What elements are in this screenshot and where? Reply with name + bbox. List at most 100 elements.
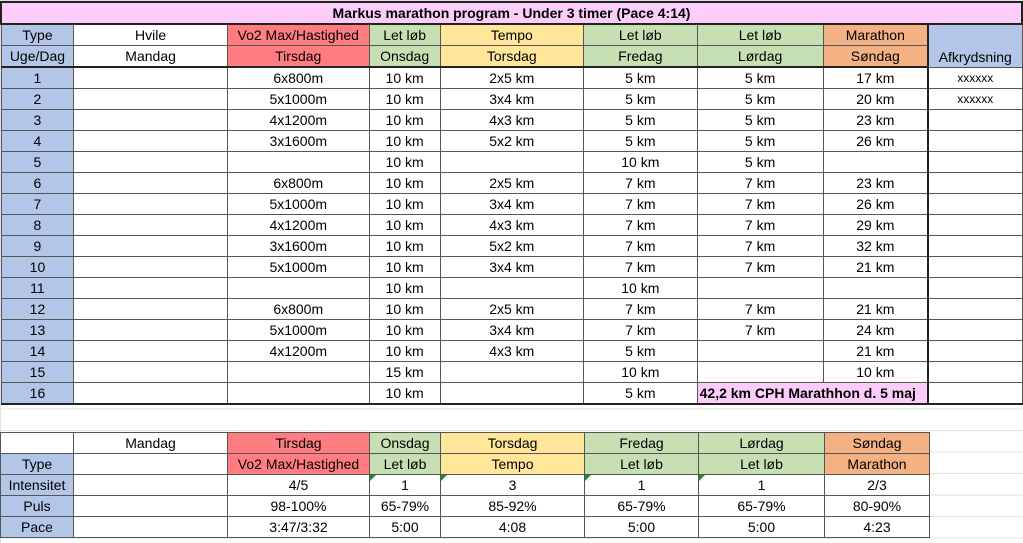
header-day-sunday[interactable]: Søndag <box>822 45 930 68</box>
schedule-title[interactable]: Markus marathon program - Under 3 timer … <box>0 1 1023 25</box>
workout-cell-thursday[interactable] <box>439 151 585 173</box>
legend-value-cell[interactable]: 5:00 <box>584 516 699 538</box>
week-number[interactable]: 15 <box>0 361 75 383</box>
legend-value-cell[interactable]: Let løb <box>584 453 699 475</box>
week-number[interactable]: 16 <box>0 382 75 405</box>
workout-cell-friday[interactable]: 10 km <box>583 277 698 299</box>
legend-value-cell[interactable]: 4:23 <box>824 516 930 538</box>
workout-cell-tuesday[interactable] <box>226 151 370 173</box>
workout-cell-tuesday[interactable]: 6x800m <box>226 66 370 89</box>
workout-cell-monday[interactable] <box>73 66 228 89</box>
workout-cell-sunday[interactable]: 26 km <box>822 130 930 152</box>
workout-cell-thursday[interactable]: 2x5 km <box>439 172 585 194</box>
legend-corner[interactable] <box>0 432 74 454</box>
workout-cell-monday[interactable] <box>73 109 228 131</box>
workout-cell-wednesday[interactable]: 10 km <box>368 66 441 89</box>
week-number[interactable]: 2 <box>0 88 75 110</box>
legend-value-cell[interactable]: 3:47/3:32 <box>227 516 370 538</box>
workout-cell-saturday[interactable] <box>696 340 824 362</box>
workout-cell-saturday[interactable]: 7 km <box>696 214 824 236</box>
legend-row-label[interactable]: Puls <box>0 495 74 517</box>
legend-value-cell[interactable]: Vo2 Max/Hastighed <box>227 453 370 475</box>
workout-cell-friday[interactable]: 7 km <box>583 256 698 278</box>
legend-day-saturday[interactable]: Lørdag <box>698 432 825 454</box>
workout-cell-saturday[interactable]: 5 km <box>696 130 824 152</box>
header-day-friday[interactable]: Fredag <box>583 45 698 68</box>
legend-value-cell[interactable] <box>73 516 228 538</box>
workout-cell-friday[interactable]: 7 km <box>583 193 698 215</box>
legend-value-cell[interactable]: 4/5 <box>227 474 370 496</box>
workout-cell-saturday[interactable] <box>696 361 824 383</box>
check-cell[interactable] <box>927 298 1023 320</box>
check-cell[interactable] <box>927 382 1023 405</box>
workout-cell-monday[interactable] <box>73 277 228 299</box>
workout-cell-tuesday[interactable]: 4x1200m <box>226 109 370 131</box>
workout-cell-tuesday[interactable]: 5x1000m <box>226 193 370 215</box>
workout-cell-monday[interactable] <box>73 361 228 383</box>
workout-cell-thursday[interactable]: 4x3 km <box>439 340 585 362</box>
workout-cell-sunday[interactable]: 17 km <box>822 66 930 89</box>
week-number[interactable]: 12 <box>0 298 75 320</box>
workout-cell-sunday[interactable]: 23 km <box>822 172 930 194</box>
check-header[interactable]: Afkrydsning <box>927 23 1023 68</box>
workout-cell-thursday[interactable]: 3x4 km <box>439 193 585 215</box>
legend-value-cell[interactable]: 3 <box>440 474 585 496</box>
workout-cell-thursday[interactable]: 4x3 km <box>439 109 585 131</box>
legend-value-cell[interactable]: 4:08 <box>440 516 585 538</box>
workout-cell-tuesday[interactable] <box>226 277 370 299</box>
workout-cell-monday[interactable] <box>73 319 228 341</box>
workout-cell-tuesday[interactable]: 6x800m <box>226 298 370 320</box>
legend-value-cell[interactable]: 85-92% <box>440 495 585 517</box>
week-number[interactable]: 8 <box>0 214 75 236</box>
legend-day-thursday[interactable]: Torsdag <box>440 432 585 454</box>
header-type-tuesday[interactable]: Vo2 Max/Hastighed <box>226 23 370 46</box>
legend-value-cell[interactable]: 2/3 <box>824 474 930 496</box>
legend-value-cell[interactable]: Let løb <box>369 453 441 475</box>
legend-value-cell[interactable]: 65-79% <box>698 495 825 517</box>
legend-row-label[interactable]: Intensitet <box>0 474 74 496</box>
workout-cell-thursday[interactable]: 2x5 km <box>439 66 585 89</box>
type-label[interactable]: Type <box>0 23 75 46</box>
check-cell[interactable] <box>927 172 1023 194</box>
week-number[interactable]: 5 <box>0 151 75 173</box>
legend-value-cell[interactable]: 65-79% <box>369 495 441 517</box>
check-cell[interactable] <box>927 235 1023 257</box>
legend-value-cell[interactable]: Let løb <box>698 453 825 475</box>
legend-value-cell[interactable]: 5:00 <box>369 516 441 538</box>
workout-cell-tuesday[interactable]: 4x1200m <box>226 340 370 362</box>
check-cell[interactable] <box>927 319 1023 341</box>
workout-cell-wednesday[interactable]: 10 km <box>368 277 441 299</box>
workout-cell-sunday[interactable]: 23 km <box>822 109 930 131</box>
workout-cell-thursday[interactable]: 5x2 km <box>439 235 585 257</box>
workout-cell-saturday[interactable]: 5 km <box>696 66 824 89</box>
legend-value-cell[interactable] <box>73 474 228 496</box>
workout-cell-friday[interactable]: 5 km <box>583 88 698 110</box>
workout-cell-monday[interactable] <box>73 235 228 257</box>
workout-cell-saturday[interactable]: 7 km <box>696 298 824 320</box>
legend-day-monday[interactable]: Mandag <box>73 432 228 454</box>
legend-day-wednesday[interactable]: Onsdag <box>369 432 441 454</box>
week-number[interactable]: 6 <box>0 172 75 194</box>
workout-cell-wednesday[interactable]: 10 km <box>368 109 441 131</box>
header-day-tuesday[interactable]: Tirsdag <box>226 45 370 68</box>
check-cell[interactable]: xxxxxx <box>927 88 1023 110</box>
workout-cell-friday[interactable]: 10 km <box>583 361 698 383</box>
workout-cell-thursday[interactable] <box>439 382 585 405</box>
header-type-monday[interactable]: Hvile <box>73 23 228 46</box>
legend-value-cell[interactable]: Tempo <box>440 453 585 475</box>
workout-cell-tuesday[interactable]: 4x1200m <box>226 214 370 236</box>
workout-cell-monday[interactable] <box>73 382 228 405</box>
workout-cell-thursday[interactable]: 3x4 km <box>439 88 585 110</box>
legend-value-cell[interactable]: 1 <box>369 474 441 496</box>
header-day-monday[interactable]: Mandag <box>73 45 228 68</box>
workout-cell-sunday[interactable] <box>822 151 930 173</box>
workout-cell-saturday[interactable]: 5 km <box>696 88 824 110</box>
workout-cell-wednesday[interactable]: 10 km <box>368 130 441 152</box>
workout-cell-wednesday[interactable]: 10 km <box>368 193 441 215</box>
week-number[interactable]: 9 <box>0 235 75 257</box>
header-type-friday[interactable]: Let løb <box>583 23 698 46</box>
workout-cell-saturday[interactable]: 7 km <box>696 319 824 341</box>
workout-cell-wednesday[interactable]: 10 km <box>368 151 441 173</box>
week-number[interactable]: 3 <box>0 109 75 131</box>
check-cell[interactable] <box>927 277 1023 299</box>
